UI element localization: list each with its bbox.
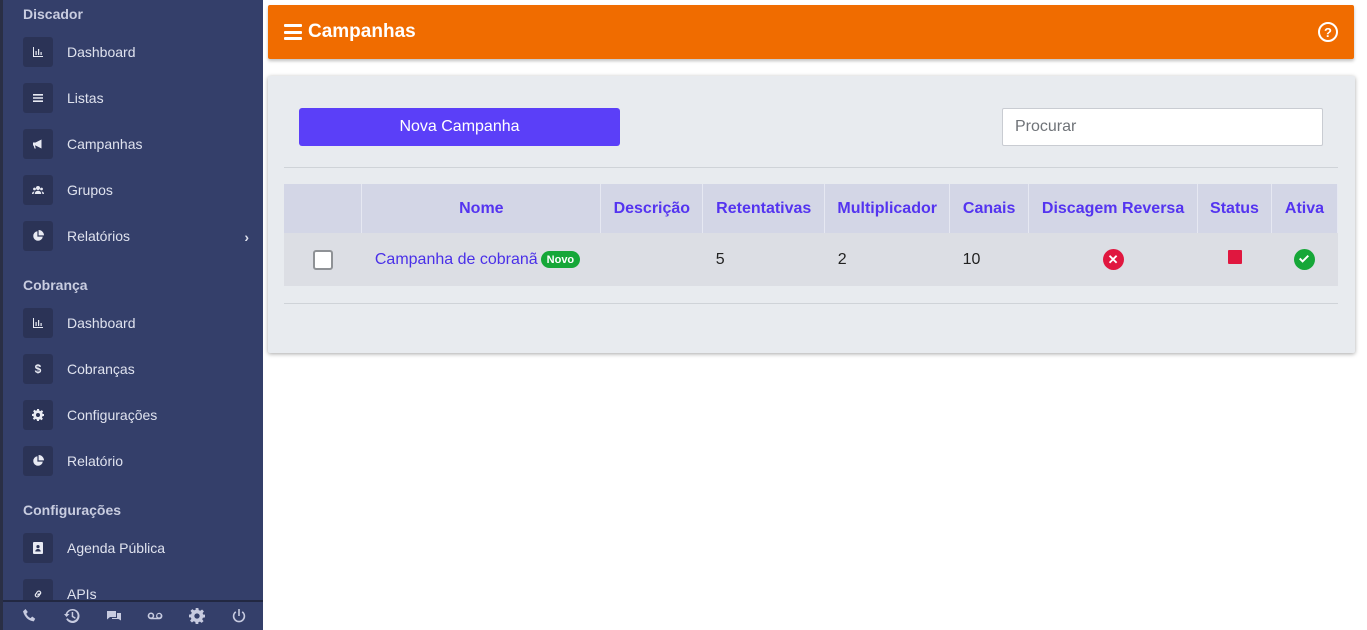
campaigns-table: Nome Descrição Retentativas Multiplicado… (284, 184, 1339, 286)
gear-icon (23, 400, 53, 430)
new-badge: Novo (540, 250, 581, 268)
voicemail-icon[interactable] (140, 602, 170, 630)
sidebar-item-label: Relatórios (67, 228, 131, 244)
menu-icon[interactable] (284, 24, 302, 40)
sidebar-item-cobrancas[interactable]: $ Cobranças (23, 354, 263, 384)
power-icon[interactable] (224, 602, 254, 630)
campaigns-card: Nova Campanha Nome Descrição Retentativa… (268, 76, 1355, 353)
chart-icon (23, 37, 53, 67)
column-header-retentativas[interactable]: Retentativas (702, 184, 826, 233)
sidebar-section-title: Discador (23, 6, 83, 22)
stop-icon[interactable] (1227, 250, 1242, 264)
sidebar-item-label: Agenda Pública (67, 540, 166, 556)
column-header-descricao[interactable]: Descrição (600, 184, 704, 233)
campaign-name-link[interactable]: Campanha de cobranã (375, 251, 538, 268)
sidebar-item-label: Cobranças (67, 361, 135, 377)
column-header-canais[interactable]: Canais (949, 184, 1030, 233)
active-cell (1271, 233, 1338, 286)
divider (284, 167, 1338, 168)
description-cell (600, 233, 703, 286)
chevron-right-icon: › (244, 229, 249, 245)
page-title: Campanhas (284, 21, 416, 43)
sidebar-item-agenda-publica[interactable]: Agenda Pública (23, 533, 263, 563)
sidebar-item-cobranca-dashboard[interactable]: Dashboard (23, 308, 263, 338)
sidebar-item-label: Listas (67, 90, 104, 106)
sidebar-item-relatorio[interactable]: Relatório (23, 446, 263, 476)
history-icon[interactable] (57, 602, 87, 630)
column-header-ativa[interactable]: Ativa (1271, 184, 1339, 233)
column-header-multiplicador[interactable]: Multiplicador (824, 184, 951, 233)
sidebar-item-label: Configurações (67, 407, 158, 423)
gear-icon[interactable] (182, 602, 212, 630)
address-book-icon (23, 533, 53, 563)
pie-chart-icon (23, 446, 53, 476)
chart-icon (23, 308, 53, 338)
page-title-text: Campanhas (308, 21, 416, 42)
retries-cell: 5 (702, 233, 825, 286)
sidebar-section-title: Cobrança (23, 277, 88, 293)
row-select-cell (284, 233, 362, 286)
sidebar: Discador Dashboard Listas Campanhas Grup… (0, 0, 263, 630)
channels-cell: 10 (949, 233, 1029, 286)
sidebar-item-label: Campanhas (67, 136, 143, 152)
list-icon (23, 83, 53, 113)
column-header-discagem-reversa[interactable]: Discagem Reversa (1028, 184, 1199, 233)
sidebar-bottom-toolbar (3, 600, 263, 630)
row-checkbox[interactable] (312, 249, 333, 270)
chat-icon[interactable] (99, 602, 129, 630)
reverse-dial-cell: ✕ (1028, 233, 1198, 286)
column-header-select (284, 184, 363, 233)
sidebar-item-grupos[interactable]: Grupos (23, 175, 263, 205)
megaphone-icon (23, 129, 53, 159)
sidebar-item-label: Relatório (67, 453, 124, 469)
sidebar-item-configuracoes[interactable]: Configurações (23, 400, 263, 430)
page-header: Campanhas ? (268, 5, 1354, 59)
table-row: Campanha de cobranã Novo 5 2 10 ✕ (284, 233, 1338, 286)
app-root: Discador Dashboard Listas Campanhas Grup… (0, 0, 1367, 630)
sidebar-item-discador-dashboard[interactable]: Dashboard (23, 37, 263, 67)
sidebar-item-label: Dashboard (67, 44, 136, 60)
name-cell: Campanha de cobranã Novo (361, 233, 601, 286)
status-cell (1197, 233, 1272, 286)
sidebar-item-label: Grupos (67, 182, 113, 198)
dollar-icon: $ (23, 354, 53, 384)
x-circle-icon[interactable]: ✕ (1102, 249, 1124, 270)
pie-chart-icon (23, 221, 53, 251)
sidebar-item-campanhas[interactable]: Campanhas (23, 129, 263, 159)
column-header-status[interactable]: Status (1197, 184, 1272, 233)
column-header-nome[interactable]: Nome (361, 184, 602, 233)
check-circle-icon[interactable] (1293, 248, 1315, 270)
sidebar-item-relatorios[interactable]: Relatórios › (23, 221, 263, 251)
phone-icon[interactable] (15, 602, 45, 630)
new-campaign-button[interactable]: Nova Campanha (299, 108, 620, 146)
users-icon (23, 175, 53, 205)
help-icon[interactable]: ? (1318, 22, 1338, 42)
divider (284, 303, 1338, 304)
sidebar-item-label: Dashboard (67, 315, 136, 331)
sidebar-item-listas[interactable]: Listas (23, 83, 263, 113)
search-input[interactable] (1002, 108, 1323, 146)
sidebar-section-title: Configurações (23, 502, 122, 518)
multiplier-cell: 2 (824, 233, 950, 286)
table-header-row: Nome Descrição Retentativas Multiplicado… (284, 184, 1339, 233)
